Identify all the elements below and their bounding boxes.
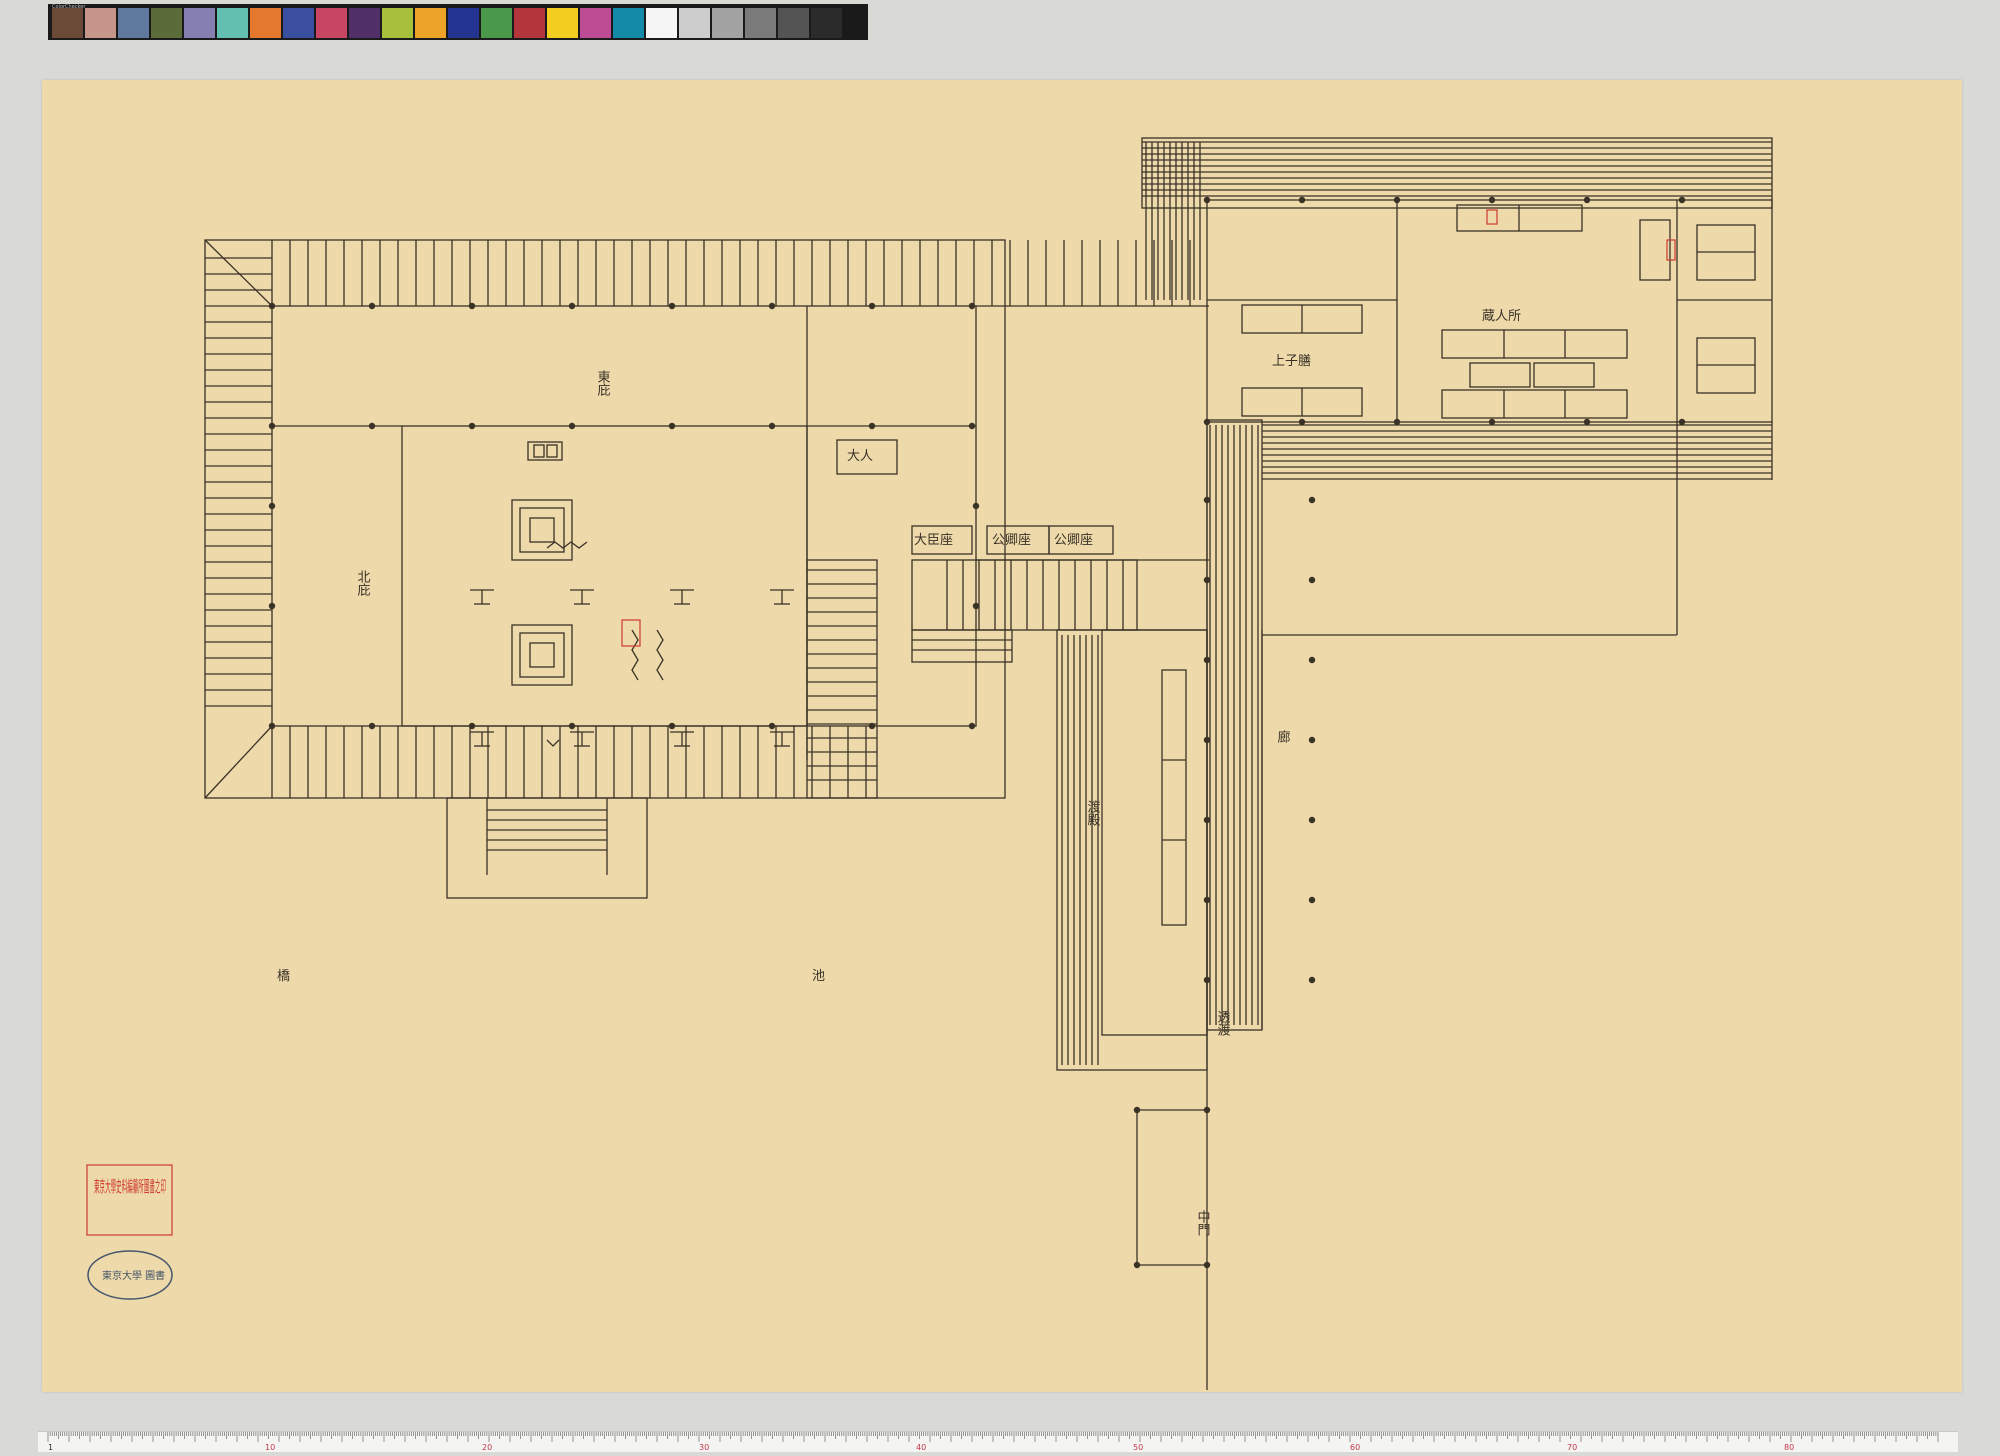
color-patch-3 xyxy=(118,8,149,38)
table-row-2 xyxy=(1441,389,1628,419)
main-hall-outline xyxy=(204,239,1006,799)
food-tray-1 xyxy=(1469,362,1531,388)
label-nobles-seat-2: 公卿座 xyxy=(1054,533,1093,548)
curtain-mark-1 xyxy=(546,541,588,549)
floor-plan-drawing: 北庇 東庇 大臣座 公卿座 公卿座 大人 蔵人所 上子膳 中門 渡殿 廊 透渡 … xyxy=(86,137,1773,1390)
color-patch-22 xyxy=(745,8,776,38)
color-patch-10 xyxy=(349,8,380,38)
middle-corridor xyxy=(911,305,1209,663)
label-corridor: 渡殿 xyxy=(1085,799,1101,826)
ruler-mark-20: 20 xyxy=(482,1443,492,1452)
color-patch-row xyxy=(52,8,844,38)
east-top-eave-stripes xyxy=(1142,141,1772,197)
inner-room xyxy=(272,306,976,760)
color-patch-2 xyxy=(85,8,116,38)
label-middle-gate: 中門 xyxy=(1195,1210,1210,1237)
library-seal: 東京大學史料編纂所圖書之印 xyxy=(86,1164,173,1236)
east-lower-eave-stripes xyxy=(1262,424,1772,480)
color-patch-4 xyxy=(151,8,182,38)
label-kurodo: 蔵人所 xyxy=(1482,309,1521,324)
north-eave-stripes xyxy=(271,240,1191,306)
label-nobles-seat-1: 公卿座 xyxy=(992,533,1031,548)
color-patch-15 xyxy=(514,8,545,38)
label-north-ledge: 北庇 xyxy=(355,570,371,597)
middle-gate xyxy=(1136,1109,1207,1266)
ruler-mark-60: 60 xyxy=(1350,1443,1360,1452)
small-shrine-right xyxy=(546,444,558,458)
color-patch-7 xyxy=(250,8,281,38)
color-patch-21 xyxy=(712,8,743,38)
ruler-ticks: 1 10 20 30 40 50 60 70 80 xyxy=(47,1432,1939,1452)
label-wall-1: 透渡 xyxy=(1215,1010,1231,1036)
label-bridge: 橋 xyxy=(277,969,290,984)
curtain-mark-2 xyxy=(631,629,639,681)
small-shrine-left xyxy=(533,444,545,458)
stool-group xyxy=(470,589,794,747)
red-annotation-marks xyxy=(621,209,1676,647)
measurement-ruler: 1 10 20 30 40 50 60 70 80 xyxy=(38,1431,1958,1452)
altar-upper xyxy=(511,499,573,561)
table-row-1 xyxy=(1441,329,1628,359)
color-patch-5 xyxy=(184,8,215,38)
south-staircase xyxy=(446,797,648,899)
color-patch-1 xyxy=(52,8,83,38)
seat-row-long xyxy=(1161,669,1187,926)
seal-text: 東京大學史料編纂所圖書之印 xyxy=(94,1177,166,1196)
middle-corridor-stripes xyxy=(946,560,1124,630)
color-patch-14 xyxy=(481,8,512,38)
label-corridor-2: 廊 xyxy=(1275,729,1291,743)
altar-lower xyxy=(511,624,573,686)
ruler-mark-10: 10 xyxy=(265,1443,275,1452)
color-patch-23 xyxy=(778,8,809,38)
south-eave-stripes xyxy=(271,726,867,798)
oval-stamp: 東京大學 圖書 xyxy=(87,1250,173,1300)
color-calibration-bar: ColorChecker xyxy=(48,4,868,40)
ruler-mark-70: 70 xyxy=(1567,1443,1577,1452)
color-patch-19 xyxy=(646,8,677,38)
color-patch-6 xyxy=(217,8,248,38)
ruler-mark-80: 80 xyxy=(1784,1443,1794,1452)
ruler-mark-40: 40 xyxy=(916,1443,926,1452)
color-patch-9 xyxy=(316,8,347,38)
ruler-mark-50: 50 xyxy=(1133,1443,1143,1452)
label-east-ledge: 東庇 xyxy=(595,369,611,397)
color-patch-16 xyxy=(547,8,578,38)
label-sacred-room: 大人 xyxy=(847,449,873,464)
vertical-corridor-stripes xyxy=(1209,425,1259,1025)
floor-plan-sheet: 北庇 東庇 大臣座 公卿座 公卿座 大人 蔵人所 上子膳 中門 渡殿 廊 透渡 … xyxy=(42,80,1962,1392)
color-patch-8 xyxy=(283,8,314,38)
curtain-mark-3 xyxy=(656,629,664,681)
food-tray-2 xyxy=(1533,362,1595,388)
label-chamber: 上子膳 xyxy=(1272,353,1311,369)
ruler-mark-1: 1 xyxy=(48,1443,53,1452)
stamp-text: 東京大學 圖書 xyxy=(102,1269,165,1282)
ruler-mark-30: 30 xyxy=(699,1443,709,1452)
color-patch-24 xyxy=(811,8,842,38)
color-patch-20 xyxy=(679,8,710,38)
color-patch-17 xyxy=(580,8,611,38)
label-pond: 池 xyxy=(812,969,825,984)
color-patch-13 xyxy=(448,8,479,38)
cabinet-box xyxy=(1639,219,1671,281)
west-eave-stripes xyxy=(205,257,272,707)
tick-mark xyxy=(546,739,560,747)
color-patch-12 xyxy=(415,8,446,38)
color-patch-11 xyxy=(382,8,413,38)
color-patch-18 xyxy=(613,8,644,38)
label-ministers-seat: 大臣座 xyxy=(914,533,953,548)
south-corridor-stripes xyxy=(1061,635,1099,1065)
